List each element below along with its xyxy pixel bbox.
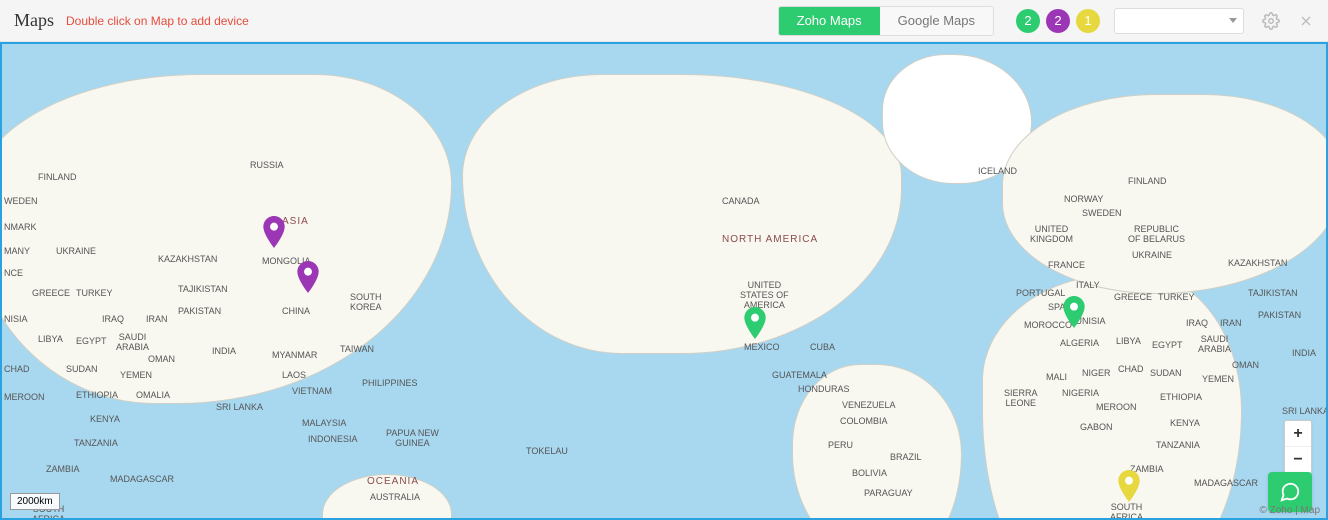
chevron-down-icon [1229,18,1237,23]
close-icon [1298,13,1314,29]
map-attribution: © Zoho | Map [1259,505,1320,516]
gear-icon [1262,12,1280,30]
filter-dropdown[interactable] [1114,8,1244,34]
badge-yellow[interactable]: 1 [1076,9,1100,33]
zoom-out-button[interactable]: − [1285,447,1311,473]
header-bar: Maps Double click on Map to add device Z… [0,0,1328,42]
zoho-maps-tab[interactable]: Zoho Maps [779,7,880,35]
page-title: Maps [14,10,54,31]
world-map[interactable]: ASIA NORTH AMERICA OCEANIA RUSSIA FINLAN… [0,42,1328,520]
badge-green[interactable]: 2 [1016,9,1040,33]
land-europe [1002,94,1328,294]
hint-text: Double click on Map to add device [66,14,249,28]
settings-button[interactable] [1262,12,1280,30]
marker-north-africa[interactable] [1063,296,1085,328]
land-africa [982,274,1242,520]
zoom-control: + − [1284,420,1312,474]
status-badges: 2 2 1 [1016,9,1100,33]
marker-mexico[interactable] [744,307,766,339]
marker-china[interactable] [297,261,319,293]
marker-south-africa[interactable] [1118,470,1140,502]
badge-purple[interactable]: 2 [1046,9,1070,33]
chat-icon [1279,481,1301,503]
close-button[interactable] [1298,13,1314,29]
google-maps-tab[interactable]: Google Maps [880,7,993,35]
marker-mongolia[interactable] [263,216,285,248]
scale-bar: 2000km [10,493,60,510]
map-source-toggle: Zoho Maps Google Maps [778,6,994,36]
zoom-in-button[interactable]: + [1285,421,1311,447]
